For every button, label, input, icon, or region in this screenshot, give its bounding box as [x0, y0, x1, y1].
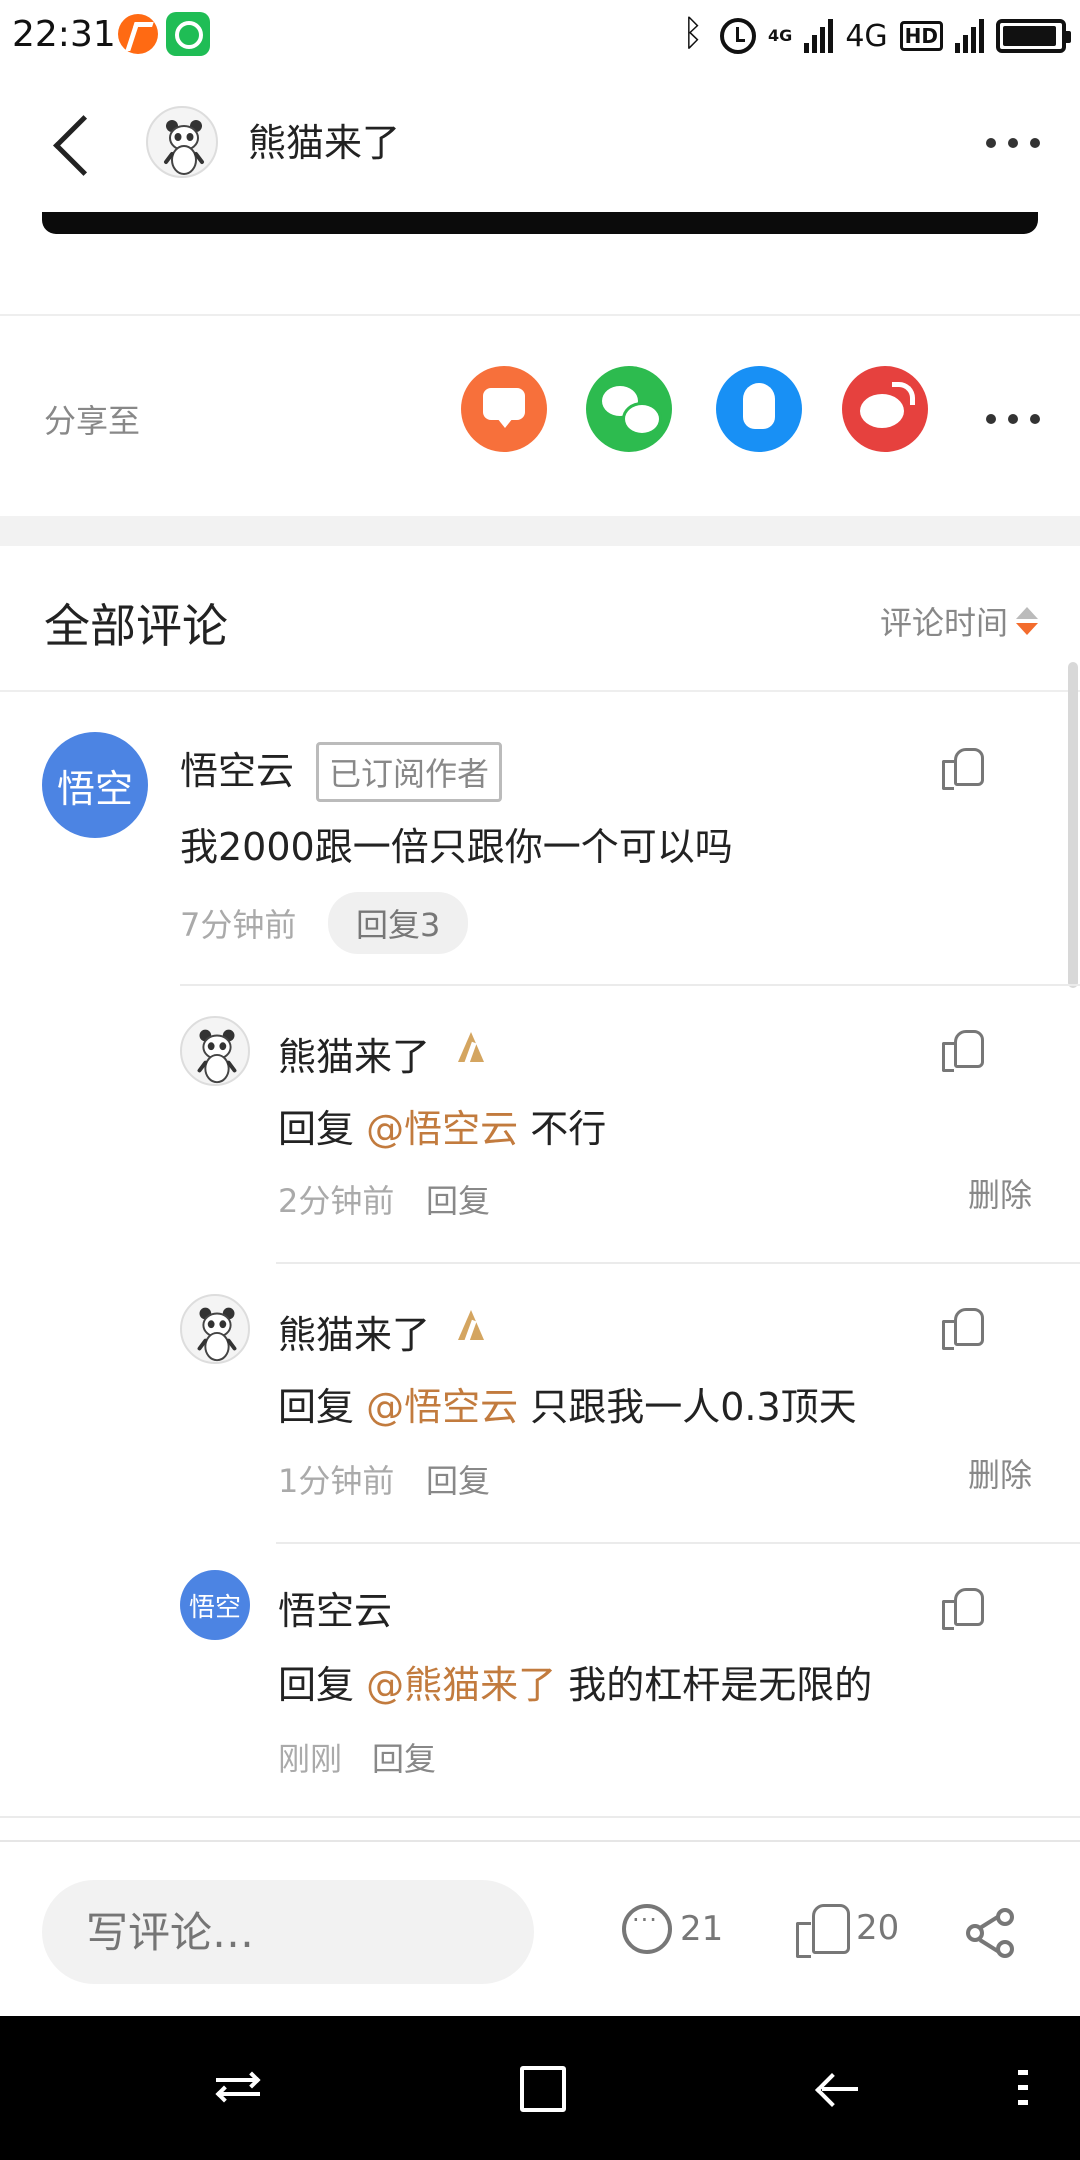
- comment-icon: [622, 1904, 672, 1954]
- avatar[interactable]: 悟空: [42, 732, 148, 838]
- system-nav-bar: [0, 2016, 1080, 2160]
- mention-link[interactable]: @悟空云: [366, 1385, 518, 1429]
- qq-share-icon[interactable]: [716, 366, 802, 452]
- share-label: 分享至: [44, 402, 141, 440]
- reply-item: 熊猫来了 回复 @悟空云 只跟我一人0.3顶天 1分钟前 回复 删除: [0, 1264, 1080, 1542]
- content-bottom-edge: [42, 212, 1038, 234]
- avatar[interactable]: [180, 1016, 250, 1086]
- bottom-action-bar: 21 20: [0, 1840, 1080, 2020]
- subscribed-badge: 已订阅作者: [316, 742, 503, 802]
- delete-button[interactable]: 删除: [968, 1450, 1032, 1496]
- avatar[interactable]: [146, 106, 218, 178]
- sort-label: 评论时间: [879, 604, 1008, 642]
- reply-content: 回复 @熊猫来了 我的杠杆是无限的: [278, 1654, 872, 1709]
- hd-icon: HD: [899, 21, 943, 51]
- battery-icon: [996, 19, 1071, 53]
- mention-link[interactable]: @悟空云: [366, 1107, 518, 1151]
- home-icon[interactable]: [508, 2056, 572, 2120]
- status-time: 22:31: [12, 14, 116, 55]
- alarm-icon: [720, 18, 757, 54]
- rank-icon: [456, 1310, 486, 1342]
- reply-button[interactable]: 回复: [426, 1456, 490, 1502]
- commenter-name[interactable]: 熊猫来了: [278, 1304, 430, 1359]
- comment-time: 7分钟前: [180, 906, 297, 944]
- avatar[interactable]: [180, 1294, 250, 1364]
- panda-avatar-icon: [197, 1307, 237, 1362]
- more-options-button[interactable]: [970, 128, 1040, 158]
- reply-time: 刚刚: [278, 1740, 343, 1778]
- status-bar: 22:31 4G 4G HD: [0, 0, 1080, 72]
- write-comment-input[interactable]: [42, 1880, 534, 1984]
- switch-apps-icon[interactable]: [210, 2056, 274, 2120]
- commenter-name[interactable]: 悟空云: [180, 740, 294, 795]
- sort-by-time-button[interactable]: 评论时间: [880, 598, 1038, 644]
- comment-item: 悟空 悟空云 已订阅作者 我2000跟一倍只跟你一个可以吗 7分钟前 回复3: [0, 692, 1080, 984]
- like-icon[interactable]: [942, 1028, 984, 1072]
- reply-content: 回复 @悟空云 不行: [278, 1098, 606, 1153]
- like-icon[interactable]: [942, 1306, 984, 1350]
- reply-time: 2分钟前: [278, 1182, 395, 1220]
- mention-link[interactable]: @熊猫来了: [366, 1663, 556, 1707]
- message-share-icon[interactable]: [461, 366, 547, 452]
- menu-icon[interactable]: [990, 2056, 1054, 2120]
- like-count: 20: [856, 1908, 900, 1948]
- panda-avatar-icon: [164, 120, 204, 175]
- share-section: 分享至: [0, 314, 1080, 516]
- divider: [0, 1816, 1080, 1818]
- like-icon: [796, 1902, 850, 1958]
- like-icon[interactable]: [942, 746, 984, 790]
- signal-icon: [955, 19, 984, 53]
- panda-avatar-icon: [197, 1029, 237, 1084]
- comment-count: 21: [680, 1909, 724, 1949]
- delete-button[interactable]: 删除: [968, 1170, 1032, 1216]
- top-header: 熊猫来了: [0, 72, 1080, 212]
- reply-time: 1分钟前: [278, 1462, 395, 1500]
- wechat-share-icon[interactable]: [586, 366, 672, 452]
- status-indicators: 4G 4G HD: [682, 12, 1071, 60]
- comments-button[interactable]: 21: [622, 1904, 723, 1954]
- page-title: 熊猫来了: [248, 121, 401, 165]
- back-button[interactable]: [44, 104, 104, 184]
- reply-text: 不行: [530, 1107, 607, 1151]
- reply-prefix: 回复: [278, 1107, 355, 1151]
- sort-icon: [1016, 605, 1038, 637]
- section-divider: [0, 516, 1080, 546]
- commenter-name[interactable]: 熊猫来了: [278, 1026, 430, 1081]
- more-share-button[interactable]: [970, 412, 1040, 426]
- reply-item: 熊猫来了 回复 @悟空云 不行 2分钟前 回复 删除: [0, 986, 1080, 1262]
- app-notification-icon: [118, 14, 158, 54]
- reply-text: 只跟我一人0.3顶天: [530, 1385, 857, 1429]
- app-notification-icon: [166, 12, 210, 56]
- reply-button[interactable]: 回复: [372, 1734, 436, 1780]
- avatar[interactable]: 悟空: [180, 1570, 250, 1640]
- battery-level: [1003, 26, 1057, 46]
- comments-title: 全部评论: [44, 599, 228, 653]
- reply-item: 悟空 悟空云 回复 @熊猫来了 我的杠杆是无限的 刚刚 回复: [0, 1544, 1080, 1814]
- rank-icon: [456, 1032, 486, 1064]
- comment-content: 我2000跟一倍只跟你一个可以吗: [180, 825, 733, 869]
- reply-content: 回复 @悟空云 只跟我一人0.3顶天: [278, 1376, 857, 1431]
- reply-prefix: 回复: [278, 1385, 355, 1429]
- reply-button[interactable]: 回复: [426, 1176, 490, 1222]
- network-type: 4G: [845, 18, 888, 54]
- like-icon[interactable]: [942, 1586, 984, 1630]
- share-icon[interactable]: [966, 1908, 1018, 1960]
- comments-header: 全部评论 评论时间: [0, 546, 1080, 692]
- like-button[interactable]: 20: [796, 1902, 900, 1958]
- network-type-small: 4G: [768, 26, 793, 45]
- signal-icon: [804, 19, 834, 53]
- back-icon[interactable]: [808, 2056, 872, 2120]
- commenter-name[interactable]: 悟空云: [278, 1580, 392, 1635]
- reply-prefix: 回复: [278, 1663, 355, 1707]
- reply-text: 我的杠杆是无限的: [568, 1663, 873, 1707]
- weibo-share-icon[interactable]: [842, 366, 928, 452]
- bluetooth-icon: [682, 13, 708, 55]
- view-replies-button[interactable]: 回复3: [328, 892, 469, 954]
